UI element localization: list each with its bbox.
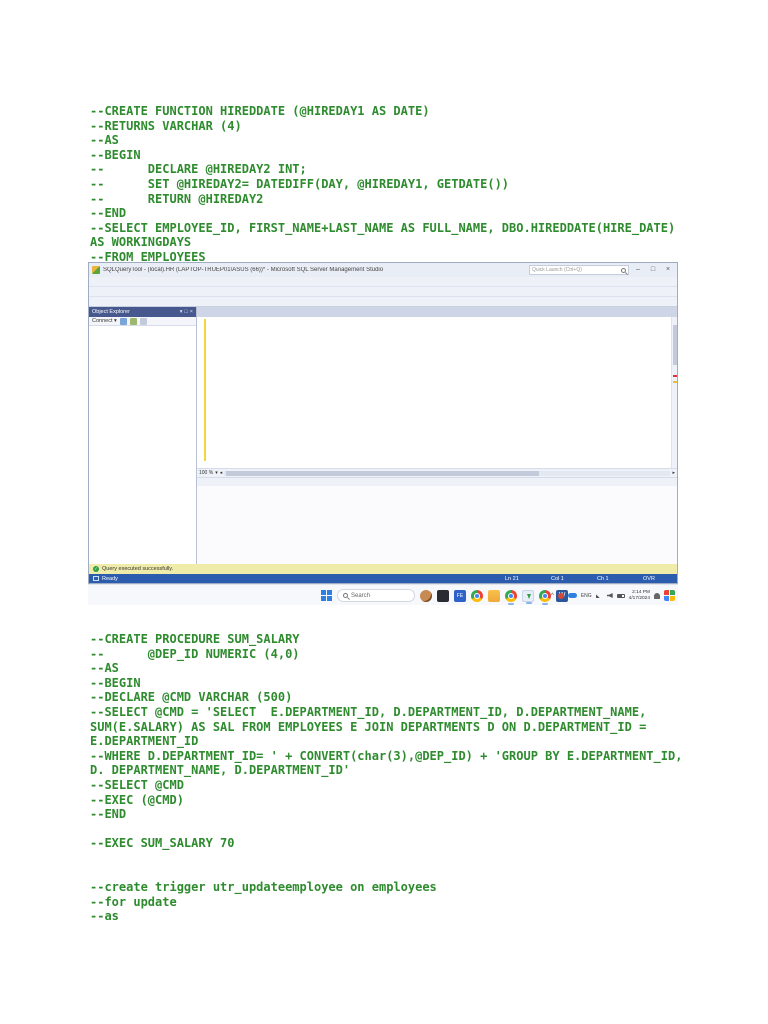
stop-icon[interactable] [139,317,147,325]
char-indicator: Ch 1 [597,575,609,582]
taskbar-app-fe[interactable]: FE [454,589,466,602]
window-status-bar: Ready Ln 21 Col 1 Ch 1 OVR [89,574,677,583]
quick-launch-placeholder: Quick Launch (Ctrl+Q) [532,267,582,273]
quick-launch-box[interactable]: Quick Launch (Ctrl+Q) [529,265,629,275]
editor-zoom-bar: 100 % ▾ ◂ ▸ [197,469,677,477]
zoom-level[interactable]: 100 % [199,470,213,476]
colorful-app-icon[interactable] [664,590,675,601]
object-explorer-tree [89,326,196,564]
chrome-icon[interactable] [471,589,483,602]
minimize-button[interactable]: – [632,264,644,276]
toolbar-sql-editor [89,296,677,306]
tray-date: 4/17/2024 [628,595,650,601]
ready-icon [93,576,99,581]
chrome-icon-3[interactable] [539,589,551,605]
ssms-screenshot: SQLQueryTool - (local).HR (LAPTOP-TRUEP0… [88,262,678,605]
column-indicator: Col 1 [551,575,564,582]
results-tab-strip [197,477,677,486]
wifi-icon[interactable] [595,593,603,598]
vertical-scrollbar[interactable] [671,317,677,468]
search-icon [343,593,348,598]
language-indicator[interactable]: ENG [581,593,592,599]
refresh-icon[interactable] [129,317,137,325]
chrome-icon-2[interactable] [505,589,517,605]
window-title: SQLQueryTool - (local).HR (LAPTOP-TRUEP0… [103,267,384,273]
close-button[interactable]: × [662,264,674,276]
query-status-bar: ✓ Query executed successfully. [89,564,677,574]
object-explorer-header[interactable]: Object Explorer ▾ □ × [89,307,196,317]
taskbar-app-dark[interactable] [437,589,449,602]
tray-badge-icon[interactable] [557,592,564,599]
line-indicator: Ln 21 [505,575,519,582]
notification-bell-icon[interactable] [654,592,660,599]
ready-text: Ready [102,575,118,582]
restore-button[interactable]: □ [647,264,659,276]
taskbar-app-avatar[interactable] [420,589,432,602]
connect-button[interactable]: Connect ▾ [92,318,117,324]
scroll-left-icon[interactable]: ◂ [220,470,223,476]
scroll-right-icon[interactable]: ▸ [672,470,675,476]
editor-tab-strip [197,307,677,317]
query-status-text: Query executed successfully. [102,566,174,572]
onedrive-icon[interactable] [567,593,577,598]
changed-lines-indicator [204,319,206,461]
search-icon [621,267,626,273]
document-code-bottom: --CREATE PROCEDURE SUM_SALARY -- @DEP_ID… [90,632,683,924]
start-button[interactable] [321,590,332,601]
query-editor[interactable] [197,317,677,469]
file-explorer-icon[interactable] [488,589,500,602]
success-check-icon: ✓ [93,566,99,572]
ssms-window: SQLQueryTool - (local).HR (LAPTOP-TRUEP0… [88,262,678,584]
horizontal-scrollbar[interactable] [224,470,671,476]
object-explorer-toolbar: Connect ▾ [89,317,196,326]
object-explorer-panel: Object Explorer ▾ □ × Connect ▾ [89,307,197,564]
pin-icon[interactable]: □ [184,309,187,315]
filter-icon[interactable] [119,317,127,325]
volume-icon[interactable] [606,593,613,598]
chevron-down-icon[interactable]: ▾ [215,470,218,476]
toolbar-standard [89,286,677,296]
close-icon[interactable]: × [190,309,193,315]
search-placeholder: Search [351,592,371,599]
chevron-down-icon[interactable]: ▾ [180,309,183,315]
battery-icon[interactable] [616,593,625,598]
title-bar[interactable]: SQLQueryTool - (local).HR (LAPTOP-TRUEP0… [89,263,677,277]
download-app-icon[interactable] [522,589,534,604]
object-explorer-title: Object Explorer [92,309,130,315]
tray-expand-icon[interactable]: ^ [551,593,554,599]
menu-bar [89,277,677,286]
document-code-top: --CREATE FUNCTION HIREDDATE (@HIREDAY1 A… [90,104,676,264]
windows-taskbar: Search FE W ^ ENG 2:14 PM 4/17/2024 [88,584,678,605]
overwrite-indicator: OVR [643,575,655,582]
taskbar-search-box[interactable]: Search [337,589,415,602]
clock[interactable]: 2:14 PM 4/17/2024 [629,590,650,601]
tray-time: 2:14 PM [632,590,650,596]
results-grid[interactable] [197,486,677,564]
ssms-app-icon [92,266,100,274]
